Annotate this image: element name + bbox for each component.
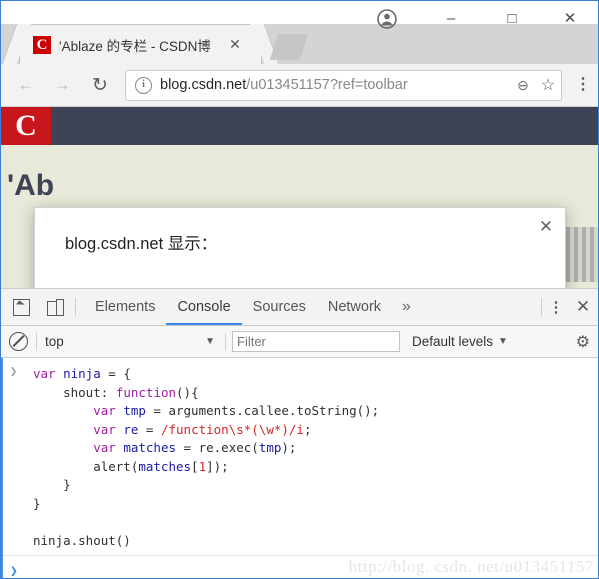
code-line: } <box>33 477 71 492</box>
tab-sources[interactable]: Sources <box>242 290 317 325</box>
clear-console-icon[interactable] <box>9 332 28 351</box>
code-line: var matches = re.exec(tmp); <box>93 440 297 455</box>
devtools-menu-icon[interactable]: ⋮ <box>544 300 568 315</box>
execution-context-value: top <box>45 334 64 349</box>
gear-icon[interactable]: ⚙ <box>576 332 590 352</box>
page-info-icon[interactable]: i <box>135 76 152 94</box>
chrome-menu-icon[interactable]: ⋮ <box>570 77 596 93</box>
log-levels-value: Default levels <box>412 334 494 349</box>
divider <box>541 298 542 316</box>
tab-console[interactable]: Console <box>166 290 242 325</box>
tab-close-icon[interactable]: ✕ <box>227 36 243 53</box>
more-tabs-icon[interactable]: » <box>392 298 421 316</box>
tab-network[interactable]: Network <box>317 290 392 325</box>
profile-avatar-icon[interactable] <box>372 5 402 33</box>
csdn-favicon-icon: C <box>33 35 51 54</box>
address-bar[interactable]: i blog.csdn.net/u013451157?ref=toolbar ⊖… <box>125 69 562 101</box>
console-entry: ❯ var ninja = { shout: function(){ var t… <box>1 358 598 556</box>
window-maximize-button[interactable]: □ <box>490 3 534 33</box>
log-levels-select[interactable]: Default levels ▼ <box>412 334 508 349</box>
reload-icon[interactable]: ↻ <box>85 70 115 100</box>
site-header: C <box>1 107 598 145</box>
divider <box>36 332 37 351</box>
console-filter-input[interactable] <box>232 331 400 352</box>
divider <box>225 332 226 351</box>
dialog-close-icon[interactable]: ✕ <box>533 214 559 240</box>
prompt-arrow-icon: ❯ <box>10 564 18 579</box>
code-line: var tmp = arguments.callee.toString(); <box>93 403 380 418</box>
chevron-down-icon: ▼ <box>205 336 215 347</box>
code-line: ninja.shout() <box>33 532 131 548</box>
devtools-close-icon[interactable]: ✕ <box>568 297 598 317</box>
zoom-icon[interactable]: ⊖ <box>511 77 535 94</box>
inspect-element-icon[interactable] <box>7 294 35 320</box>
console-output[interactable]: ❯ var ninja = { shout: function(){ var t… <box>1 358 598 579</box>
code-line: alert(matches[1]); <box>33 458 229 474</box>
csdn-logo-icon[interactable]: C <box>1 107 51 145</box>
dialog-message: blog.csdn.net 显示： <box>65 235 218 253</box>
code-line: var re = /function\s*(\w*)/i; <box>93 421 312 437</box>
devtools-panel: Elements Console Sources Network » ⋮ ✕ t… <box>1 288 598 579</box>
page-title: 'Ab <box>7 169 55 202</box>
console-filter-bar: top ▼ Default levels ▼ ⚙ <box>1 326 598 358</box>
back-icon[interactable]: ← <box>11 70 41 100</box>
url-text: blog.csdn.net/u013451157?ref=toolbar <box>160 77 511 93</box>
execution-context-select[interactable]: top ▼ <box>45 334 219 349</box>
page-viewport: C 'Ab 目录视图 摘要 ✕ blog.csdn.net 显示： 确定 <box>1 107 598 288</box>
window-minimize-button[interactable]: – <box>429 3 473 33</box>
javascript-alert-dialog: ✕ blog.csdn.net 显示： 确定 <box>34 207 566 288</box>
code-line: } <box>33 495 41 511</box>
divider <box>75 298 76 316</box>
tab-title: 'Ablaze 的专栏 - CSDN博 <box>59 38 211 54</box>
window-close-button[interactable]: ✕ <box>548 3 592 33</box>
forward-icon[interactable]: → <box>47 70 77 100</box>
tab-elements[interactable]: Elements <box>84 290 166 325</box>
code-line: shout: function(){ <box>63 384 199 400</box>
device-toolbar-icon[interactable] <box>41 294 69 320</box>
code-line: var ninja = { <box>33 366 131 381</box>
browser-toolbar: ← → ↻ i blog.csdn.net/u013451157?ref=too… <box>1 64 598 107</box>
browser-window: – □ ✕ C 'Ablaze 的专栏 - CSDN博 ✕ ← → ↻ i bl… <box>0 0 599 579</box>
tab-strip: – □ ✕ C 'Ablaze 的专栏 - CSDN博 ✕ <box>1 1 598 64</box>
watermark-text: http://blog. csdn. net/u013451157 <box>348 557 594 576</box>
chevron-down-icon: ▼ <box>498 336 508 347</box>
browser-tab[interactable]: C 'Ablaze 的专栏 - CSDN博 ✕ <box>19 24 262 64</box>
url-host: blog.csdn.net <box>160 77 247 93</box>
devtools-tab-bar: Elements Console Sources Network » ⋮ ✕ <box>1 289 598 326</box>
entry-arrow-icon: ❯ <box>10 364 18 378</box>
bookmark-star-icon[interactable]: ☆ <box>535 75 561 95</box>
url-path: /u013451157?ref=toolbar <box>246 77 408 93</box>
